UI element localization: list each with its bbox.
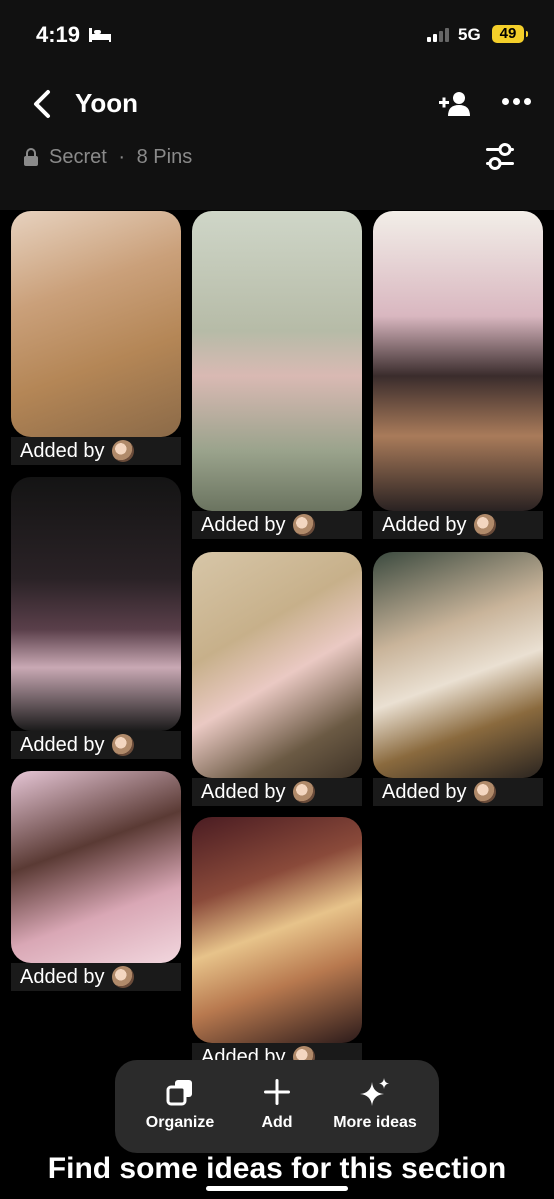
pin-card[interactable]: Added by — [11, 771, 181, 991]
add-label: Add — [261, 1114, 293, 1131]
board-title: Yoon — [75, 88, 139, 118]
cellular-signal-icon — [427, 28, 449, 42]
avatar — [111, 966, 134, 988]
pin-image — [192, 211, 362, 511]
board-meta: Secret · 8 Pins — [49, 146, 192, 169]
pin-card[interactable]: Added by — [11, 477, 181, 761]
more-ideas-label: More ideas — [333, 1114, 417, 1131]
pin-image — [11, 211, 181, 437]
avatar — [292, 781, 315, 803]
pin-image — [11, 771, 181, 963]
pin-card[interactable]: Added by — [373, 552, 543, 806]
back-arrow-icon[interactable] — [30, 88, 54, 120]
more-ideas-button[interactable]: More ideas — [325, 1060, 425, 1153]
status-time: 4:19 — [36, 22, 81, 47]
avatar — [111, 440, 134, 462]
pin-image — [192, 817, 362, 1043]
add-collaborator-icon[interactable] — [438, 90, 472, 118]
avatar — [473, 514, 496, 536]
more-options-icon[interactable] — [502, 98, 531, 105]
pin-caption: Added by — [20, 439, 105, 462]
pin-card[interactable]: Added by — [192, 552, 362, 806]
pin-image — [373, 211, 543, 511]
avatar — [473, 781, 496, 803]
pin-caption: Added by — [382, 780, 467, 803]
lock-icon — [24, 148, 38, 166]
network-type: 5G — [458, 25, 481, 44]
pin-caption: Added by — [382, 513, 467, 536]
pin-caption: Added by — [201, 513, 286, 536]
pin-card[interactable]: Added by — [192, 817, 362, 1071]
battery-indicator: 49 — [492, 25, 528, 43]
pin-image — [11, 477, 181, 731]
avatar — [292, 514, 315, 536]
pin-image — [373, 552, 543, 778]
avatar — [111, 734, 134, 756]
plus-icon — [264, 1079, 290, 1105]
organize-button[interactable]: Organize — [135, 1060, 225, 1153]
pin-card[interactable]: Added by — [11, 211, 181, 467]
sparkle-icon — [360, 1078, 389, 1106]
pin-image — [192, 552, 362, 778]
organize-label: Organize — [145, 1114, 215, 1131]
pin-caption: Added by — [201, 780, 286, 803]
pin-card[interactable]: Added by — [373, 211, 543, 541]
add-button[interactable]: Add — [242, 1060, 312, 1153]
pin-card[interactable]: Added by — [192, 211, 362, 541]
meta-separator: · — [118, 146, 126, 168]
pin-count: 8 Pins — [136, 146, 193, 168]
organize-icon — [166, 1080, 192, 1106]
privacy-label: Secret — [49, 146, 107, 168]
pin-caption: Added by — [20, 733, 105, 756]
find-ideas-prompt[interactable]: Find some ideas for this section — [0, 1152, 554, 1186]
home-indicator[interactable] — [206, 1186, 348, 1191]
filter-settings-icon[interactable] — [484, 142, 516, 172]
pin-caption: Added by — [20, 965, 105, 988]
board-toolbar: Organize Add More ideas — [115, 1060, 439, 1153]
sleep-focus-icon — [89, 28, 111, 42]
